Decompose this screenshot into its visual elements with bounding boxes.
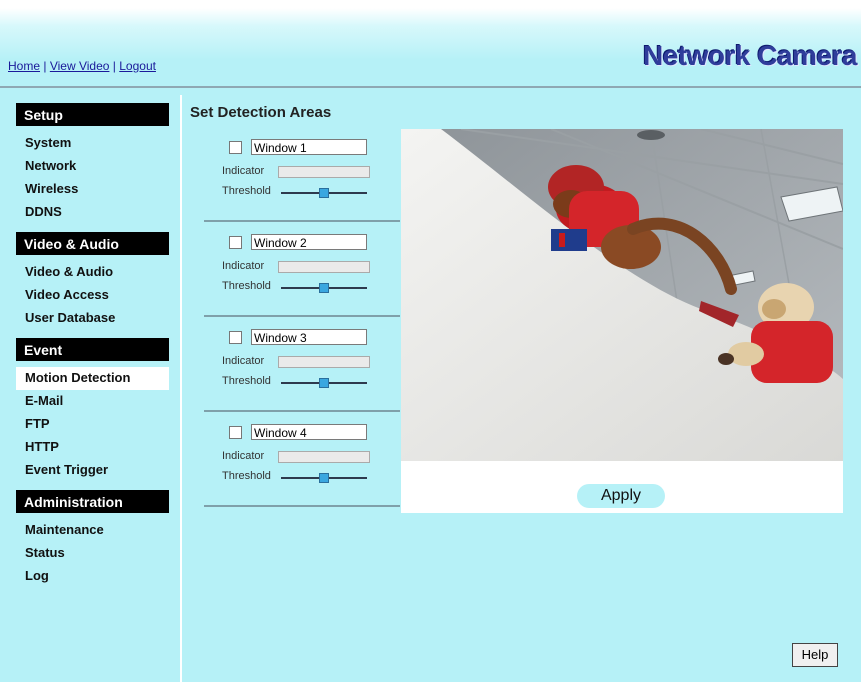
- window-4-name-field[interactable]: Window 4: [251, 424, 367, 440]
- sidebar-item-video-access[interactable]: Video Access: [8, 284, 180, 307]
- sidebar-item-maintenance[interactable]: Maintenance: [8, 519, 180, 542]
- sidebar-item-network[interactable]: Network: [8, 155, 180, 178]
- camera-frame-image: [401, 129, 843, 461]
- threshold-label: Threshold: [222, 185, 271, 197]
- sidebar-item-event-trigger[interactable]: Event Trigger: [8, 459, 180, 482]
- top-nav: Home | View Video | Logout: [8, 59, 156, 73]
- threshold-label: Threshold: [222, 280, 271, 292]
- sidebar: Setup System Network Wireless DDNS Video…: [8, 95, 180, 682]
- sidebar-item-log[interactable]: Log: [8, 565, 180, 588]
- window-1-threshold-thumb[interactable]: [319, 188, 329, 198]
- home-link[interactable]: Home: [8, 59, 40, 73]
- window-panel-4: Window 4 Indicator Threshold: [204, 414, 400, 507]
- window-panel-1: Window 1 Indicator Threshold: [204, 129, 400, 222]
- section-setup: Setup: [16, 103, 169, 126]
- sidebar-item-http[interactable]: HTTP: [8, 436, 180, 459]
- section-event: Event: [16, 338, 169, 361]
- window-2-name-field[interactable]: Window 2: [251, 234, 367, 250]
- sidebar-item-ddns[interactable]: DDNS: [8, 201, 180, 224]
- window-4-checkbox[interactable]: [229, 426, 242, 439]
- view-video-link[interactable]: View Video: [50, 59, 110, 73]
- indicator-label: Indicator: [222, 260, 265, 272]
- sidebar-item-system[interactable]: System: [8, 132, 180, 155]
- window-1-name-field[interactable]: Window 1: [251, 139, 367, 155]
- apply-button[interactable]: Apply: [577, 484, 665, 508]
- window-3-checkbox[interactable]: [229, 331, 242, 344]
- threshold-label: Threshold: [222, 470, 271, 482]
- indicator-label: Indicator: [222, 355, 265, 367]
- window-1-indicator-bar: [278, 166, 370, 178]
- window-2-threshold-thumb[interactable]: [319, 283, 329, 293]
- main-content: Set Detection Areas Window 1 Indicator T…: [182, 95, 861, 682]
- threshold-label: Threshold: [222, 375, 271, 387]
- sidebar-item-motion-detection[interactable]: Motion Detection: [16, 367, 169, 390]
- sidebar-item-user-database[interactable]: User Database: [8, 307, 180, 330]
- indicator-label: Indicator: [222, 450, 265, 462]
- window-3-indicator-bar: [278, 356, 370, 368]
- apply-area: Apply: [401, 461, 843, 513]
- video-preview[interactable]: [401, 129, 843, 461]
- section-video-audio: Video & Audio: [16, 232, 169, 255]
- help-button[interactable]: Help: [792, 643, 838, 667]
- section-administration: Administration: [16, 490, 169, 513]
- window-panel-2: Window 2 Indicator Threshold: [204, 224, 400, 317]
- window-2-checkbox[interactable]: [229, 236, 242, 249]
- sidebar-item-video-audio[interactable]: Video & Audio: [8, 261, 180, 284]
- sidebar-item-wireless[interactable]: Wireless: [8, 178, 180, 201]
- logout-link[interactable]: Logout: [119, 59, 156, 73]
- sidebar-item-status[interactable]: Status: [8, 542, 180, 565]
- window-3-name-field[interactable]: Window 3: [251, 329, 367, 345]
- page-title: Set Detection Areas: [190, 104, 332, 121]
- brand-logo: Network Camera: [643, 40, 857, 71]
- header-divider: [0, 86, 861, 88]
- window-4-threshold-thumb[interactable]: [319, 473, 329, 483]
- top-header: Home | View Video | Logout Network Camer…: [0, 0, 861, 86]
- window-3-threshold-thumb[interactable]: [319, 378, 329, 388]
- indicator-label: Indicator: [222, 165, 265, 177]
- window-panel-3: Window 3 Indicator Threshold: [204, 319, 400, 412]
- window-4-indicator-bar: [278, 451, 370, 463]
- window-2-indicator-bar: [278, 261, 370, 273]
- window-1-checkbox[interactable]: [229, 141, 242, 154]
- sidebar-item-email[interactable]: E-Mail: [8, 390, 180, 413]
- sidebar-item-ftp[interactable]: FTP: [8, 413, 180, 436]
